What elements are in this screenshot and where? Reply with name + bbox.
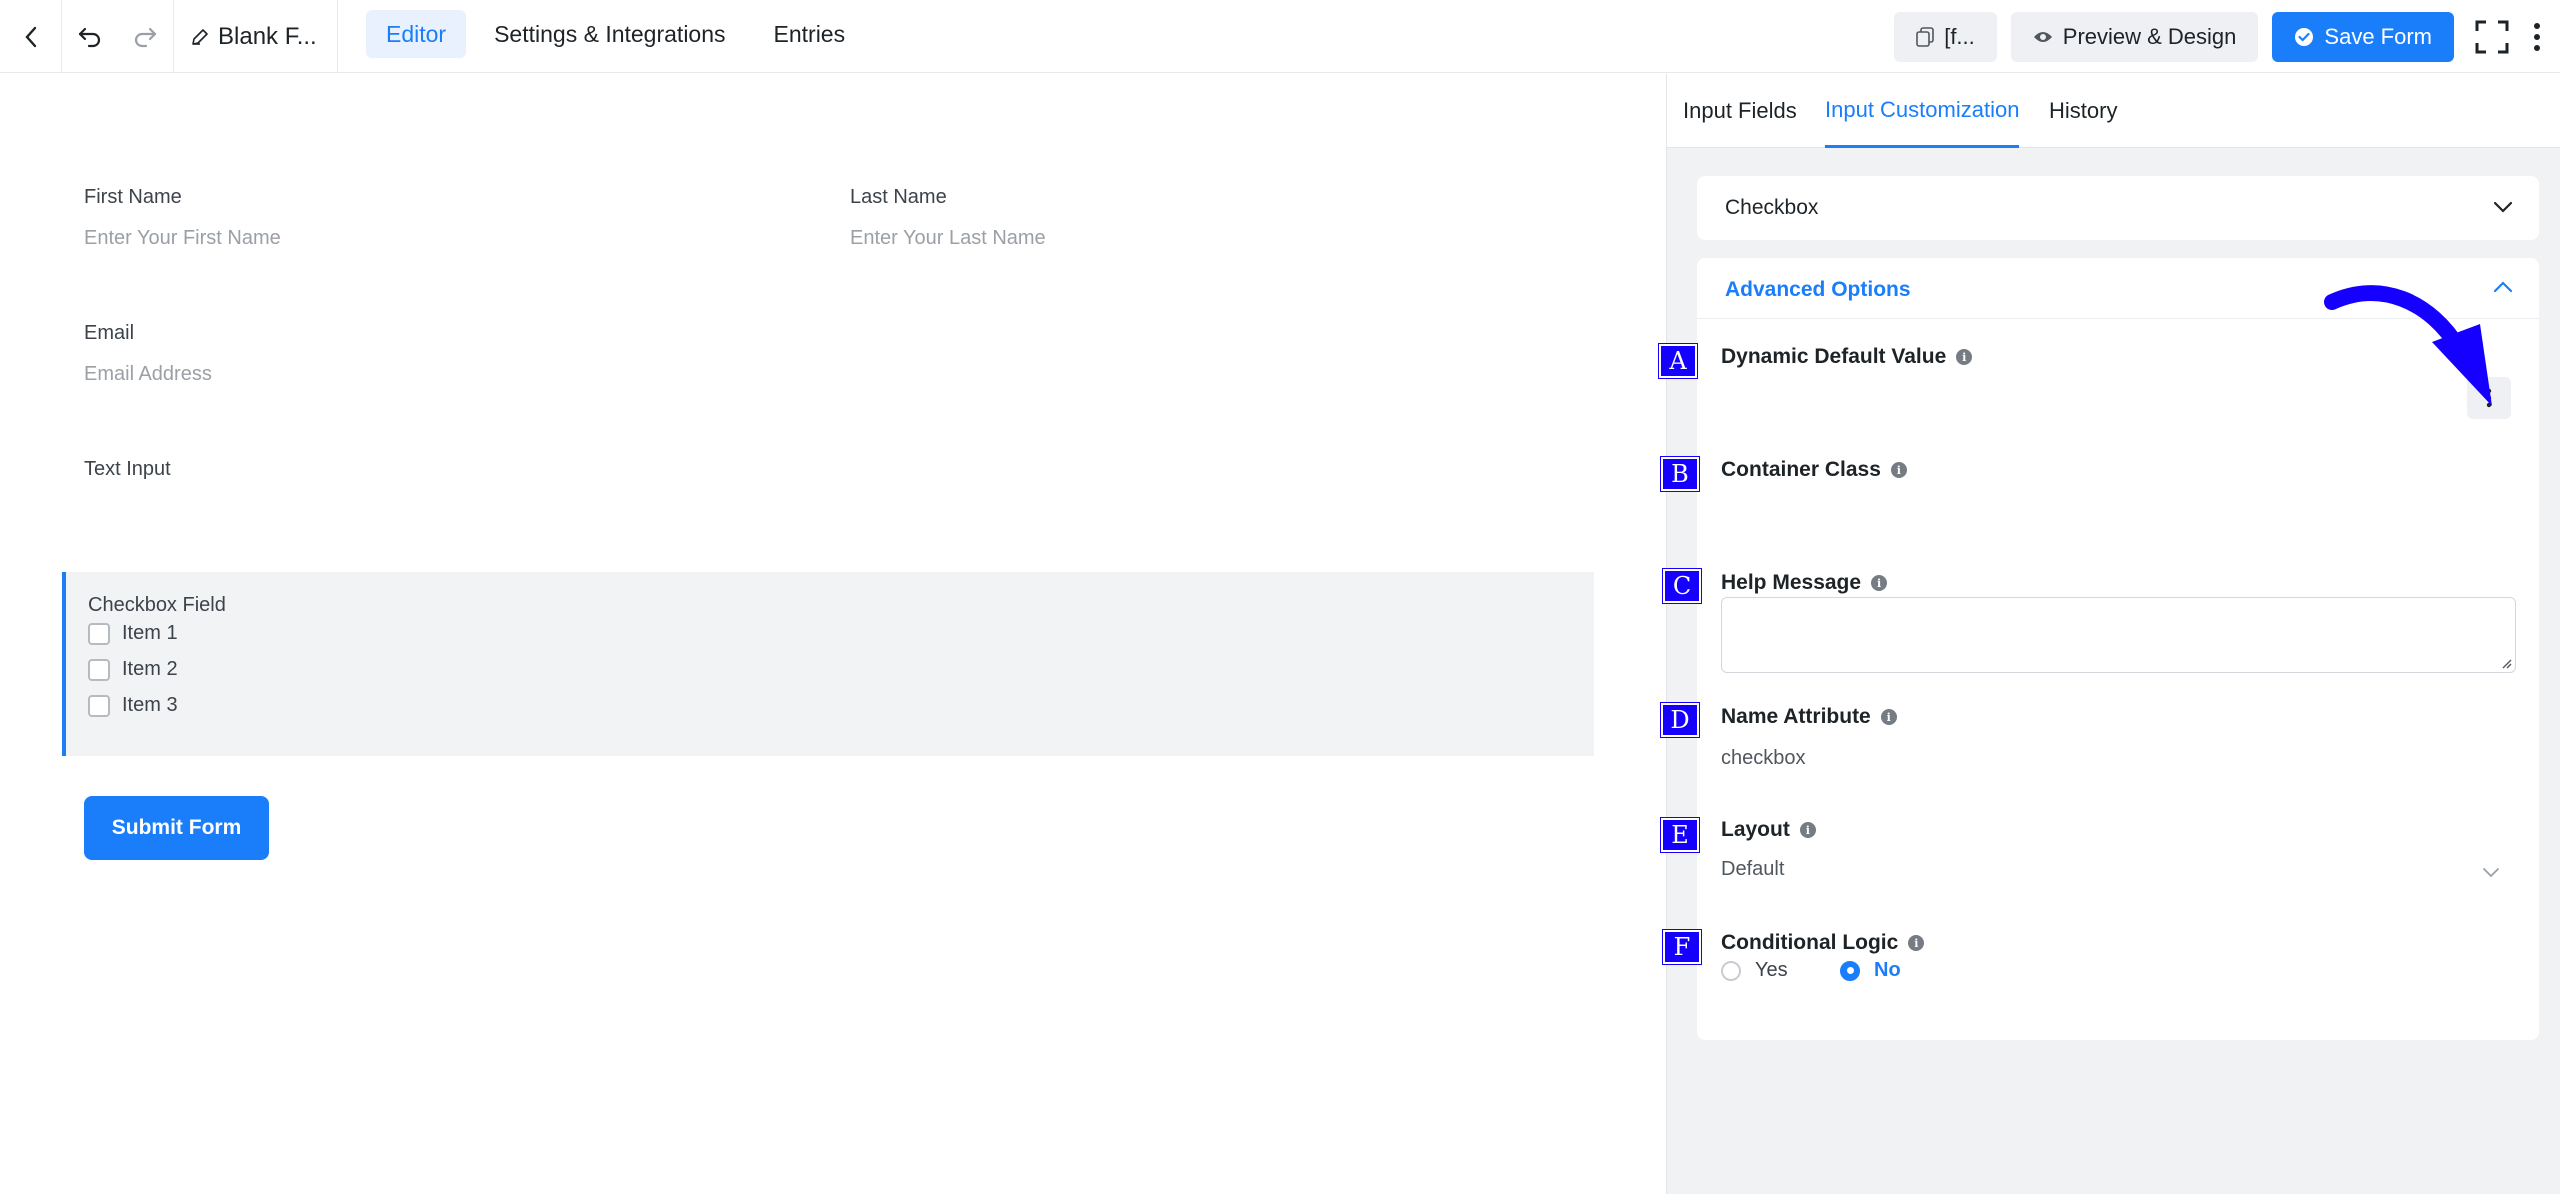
tab-settings-integrations[interactable]: Settings & Integrations bbox=[474, 10, 745, 58]
copy-icon bbox=[1916, 26, 1935, 47]
shortcode-button[interactable]: [f... bbox=[1894, 11, 1997, 62]
checkbox-input[interactable] bbox=[88, 622, 110, 645]
save-label: Save Form bbox=[2324, 23, 2432, 49]
checkbox-item[interactable]: Item 2 bbox=[88, 658, 178, 681]
element-type-select[interactable]: Checkbox bbox=[1697, 176, 2539, 240]
undo-redo-group bbox=[62, 0, 174, 73]
annotation-badge-c: C bbox=[1663, 569, 1701, 603]
email-label: Email bbox=[84, 322, 135, 344]
save-form-button[interactable]: Save Form bbox=[2272, 11, 2454, 62]
undo-icon bbox=[78, 27, 100, 47]
chevron-left-icon bbox=[24, 26, 36, 47]
dynamic-default-value-label: Dynamic Default Value i bbox=[1721, 345, 1973, 369]
chevron-down-icon bbox=[2483, 868, 2499, 878]
checkbox-input[interactable] bbox=[88, 658, 110, 681]
container-class-input[interactable] bbox=[1721, 492, 2516, 532]
container-class-label: Container Class i bbox=[1721, 458, 1907, 482]
help-message-label: Help Message i bbox=[1721, 571, 1888, 595]
text-input-label: Text Input bbox=[84, 458, 171, 480]
tab-editor[interactable]: Editor bbox=[366, 10, 467, 58]
annotation-badge-e: E bbox=[1661, 818, 1699, 852]
conditional-logic-label: Conditional Logic i bbox=[1721, 931, 1925, 955]
annotation-badge-f: F bbox=[1663, 930, 1701, 964]
info-icon[interactable]: i bbox=[1871, 575, 1888, 591]
conditional-logic-text: Conditional Logic bbox=[1721, 931, 1899, 954]
first-name-input[interactable]: Enter Your First Name bbox=[84, 227, 281, 250]
info-icon[interactable]: i bbox=[1799, 822, 1816, 838]
last-name-input[interactable]: Enter Your Last Name bbox=[850, 227, 1046, 250]
name-attribute-text: Name Attribute bbox=[1721, 705, 1871, 728]
annotation-badge-a: A bbox=[1659, 344, 1697, 378]
info-icon[interactable]: i bbox=[1880, 709, 1897, 725]
checkbox-item[interactable]: Item 1 bbox=[88, 622, 178, 645]
kebab-menu-icon bbox=[2534, 22, 2540, 51]
dynamic-default-value-text: Dynamic Default Value bbox=[1721, 345, 1947, 368]
checkbox-item[interactable]: Item 3 bbox=[88, 694, 178, 717]
undo-button[interactable] bbox=[62, 0, 118, 73]
eye-icon bbox=[2033, 31, 2052, 42]
info-icon[interactable]: i bbox=[1908, 935, 1925, 951]
tab-entries[interactable]: Entries bbox=[754, 10, 866, 58]
main-nav: Editor Settings & Integrations Entries bbox=[366, 10, 865, 58]
radio-no-label: No bbox=[1874, 959, 1901, 981]
redo-button[interactable] bbox=[118, 0, 174, 73]
tab-input-fields[interactable]: Input Fields bbox=[1683, 74, 1797, 148]
resize-handle-icon[interactable] bbox=[2500, 657, 2512, 669]
checkbox-field-title: Checkbox Field bbox=[88, 594, 226, 616]
container-class-text: Container Class bbox=[1721, 458, 1881, 481]
shortcode-label: [f... bbox=[1944, 23, 1975, 49]
annotation-badge-b: B bbox=[1661, 457, 1699, 491]
redo-icon bbox=[135, 27, 157, 47]
more-menu-button[interactable] bbox=[2514, 0, 2560, 73]
email-input[interactable]: Email Address bbox=[84, 363, 212, 386]
preview-label: Preview & Design bbox=[2062, 23, 2237, 49]
layout-text: Layout bbox=[1721, 818, 1790, 841]
layout-value: Default bbox=[1721, 858, 1785, 880]
radio-yes-label: Yes bbox=[1755, 959, 1788, 981]
checkbox-input[interactable] bbox=[88, 694, 110, 717]
checkbox-item-label: Item 3 bbox=[122, 694, 178, 716]
toolbar-actions: [f... Preview & Design Save Form bbox=[1894, 0, 2560, 73]
help-message-textarea[interactable] bbox=[1721, 597, 2516, 673]
last-name-label: Last Name bbox=[850, 186, 947, 208]
tab-history[interactable]: History bbox=[2049, 74, 2117, 148]
tab-input-customization[interactable]: Input Customization bbox=[1825, 74, 2020, 148]
annotation-badge-d: D bbox=[1661, 703, 1699, 737]
radio-no[interactable]: No bbox=[1840, 959, 1901, 982]
info-icon[interactable]: i bbox=[1890, 462, 1907, 478]
layout-select[interactable]: Default bbox=[1721, 850, 2516, 894]
name-attribute-input[interactable]: checkbox bbox=[1721, 747, 1806, 770]
info-icon[interactable]: i bbox=[1956, 349, 1973, 365]
back-button[interactable] bbox=[0, 0, 62, 73]
help-message-text: Help Message bbox=[1721, 571, 1862, 594]
layout-label: Layout i bbox=[1721, 818, 1816, 842]
text-input[interactable] bbox=[84, 492, 1584, 536]
checkbox-item-label: Item 1 bbox=[122, 622, 178, 644]
radio-button-checked[interactable] bbox=[1840, 960, 1860, 981]
name-attribute-label: Name Attribute i bbox=[1721, 705, 1897, 729]
pencil-icon bbox=[192, 28, 208, 45]
fullscreen-icon bbox=[2475, 20, 2509, 53]
advanced-options-toggle[interactable]: Advanced Options bbox=[1725, 278, 1911, 302]
panel-tabs: Input Fields Input Customization History bbox=[1667, 74, 2560, 148]
form-title[interactable]: Blank F... bbox=[174, 0, 338, 73]
chevron-down-icon bbox=[2493, 201, 2513, 213]
first-name-label: First Name bbox=[84, 186, 182, 208]
element-type-value: Checkbox bbox=[1725, 196, 1819, 219]
top-toolbar: Blank F... Editor Settings & Integration… bbox=[0, 0, 2560, 73]
annotation-arrow-icon bbox=[2324, 285, 2492, 406]
checkbox-item-label: Item 2 bbox=[122, 658, 178, 680]
check-circle-icon bbox=[2295, 27, 2314, 46]
fullscreen-button[interactable] bbox=[2470, 0, 2514, 73]
checkbox-field-selected[interactable]: Checkbox Field Item 1 Item 2 Item 3 bbox=[62, 572, 1594, 756]
form-canvas: First Name Enter Your First Name Last Na… bbox=[0, 74, 1666, 1194]
radio-yes[interactable]: Yes bbox=[1721, 959, 1788, 982]
preview-design-button[interactable]: Preview & Design bbox=[2010, 11, 2259, 62]
form-title-text: Blank F... bbox=[218, 22, 317, 50]
submit-form-button[interactable]: Submit Form bbox=[84, 796, 269, 860]
radio-button[interactable] bbox=[1721, 960, 1741, 981]
